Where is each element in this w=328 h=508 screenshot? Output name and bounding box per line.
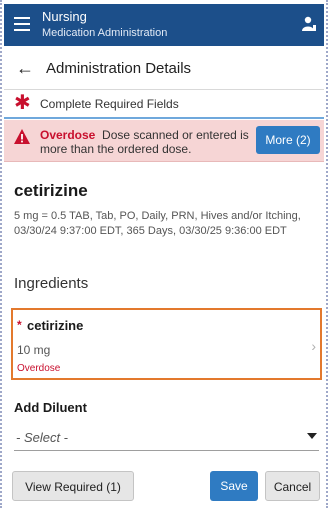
- required-asterisk-icon: ✱: [14, 92, 31, 114]
- diluent-select-value: - Select -: [16, 430, 69, 445]
- ingredient-name: cetirizine: [27, 318, 84, 333]
- page-title: Administration Details: [46, 60, 192, 77]
- app-title: Nursing: [42, 9, 87, 24]
- chevron-down-icon: [307, 433, 317, 439]
- required-fields-text: Complete Required Fields: [40, 97, 179, 111]
- required-banner-underline: [4, 117, 324, 119]
- chevron-right-icon: ›: [311, 338, 316, 354]
- ingredient-item-cetirizine[interactable]: * cetirizine 10 mg Overdose ›: [11, 308, 322, 380]
- ingredient-warning: Overdose: [17, 363, 61, 374]
- required-fields-banner[interactable]: ✱ Complete Required Fields: [4, 90, 324, 118]
- view-required-button[interactable]: View Required (1): [12, 471, 134, 501]
- medication-name: cetirizine: [14, 181, 88, 200]
- more-alerts-button[interactable]: More (2): [256, 126, 320, 154]
- add-diluent-label: Add Diluent: [14, 400, 87, 415]
- warning-triangle-icon: [14, 129, 30, 144]
- app-header: Nursing Medication Administration: [4, 4, 324, 46]
- ingredients-heading: Ingredients: [14, 275, 89, 292]
- alert-label: Overdose: [40, 128, 96, 142]
- hamburger-menu-icon[interactable]: [14, 17, 30, 31]
- diluent-select[interactable]: - Select -: [14, 425, 319, 451]
- app-subtitle: Medication Administration: [42, 27, 168, 39]
- overdose-alert: Overdose Dose scanned or entered is more…: [4, 120, 324, 162]
- window-border-left: [0, 0, 2, 508]
- user-profile-icon[interactable]: [302, 16, 316, 32]
- alert-message: Overdose Dose scanned or entered is more…: [40, 128, 255, 156]
- back-arrow-icon[interactable]: ←: [16, 59, 34, 77]
- save-button[interactable]: Save: [210, 471, 258, 501]
- medication-order-details: 5 mg = 0.5 TAB, Tab, PO, Daily, PRN, Hiv…: [14, 210, 301, 237]
- cancel-button[interactable]: Cancel: [265, 471, 320, 501]
- ingredient-dose: 10 mg: [17, 343, 51, 357]
- action-footer: View Required (1) Save Cancel: [4, 463, 324, 508]
- required-asterisk-icon: *: [17, 318, 22, 332]
- page-toolbar: ← Administration Details: [4, 46, 324, 90]
